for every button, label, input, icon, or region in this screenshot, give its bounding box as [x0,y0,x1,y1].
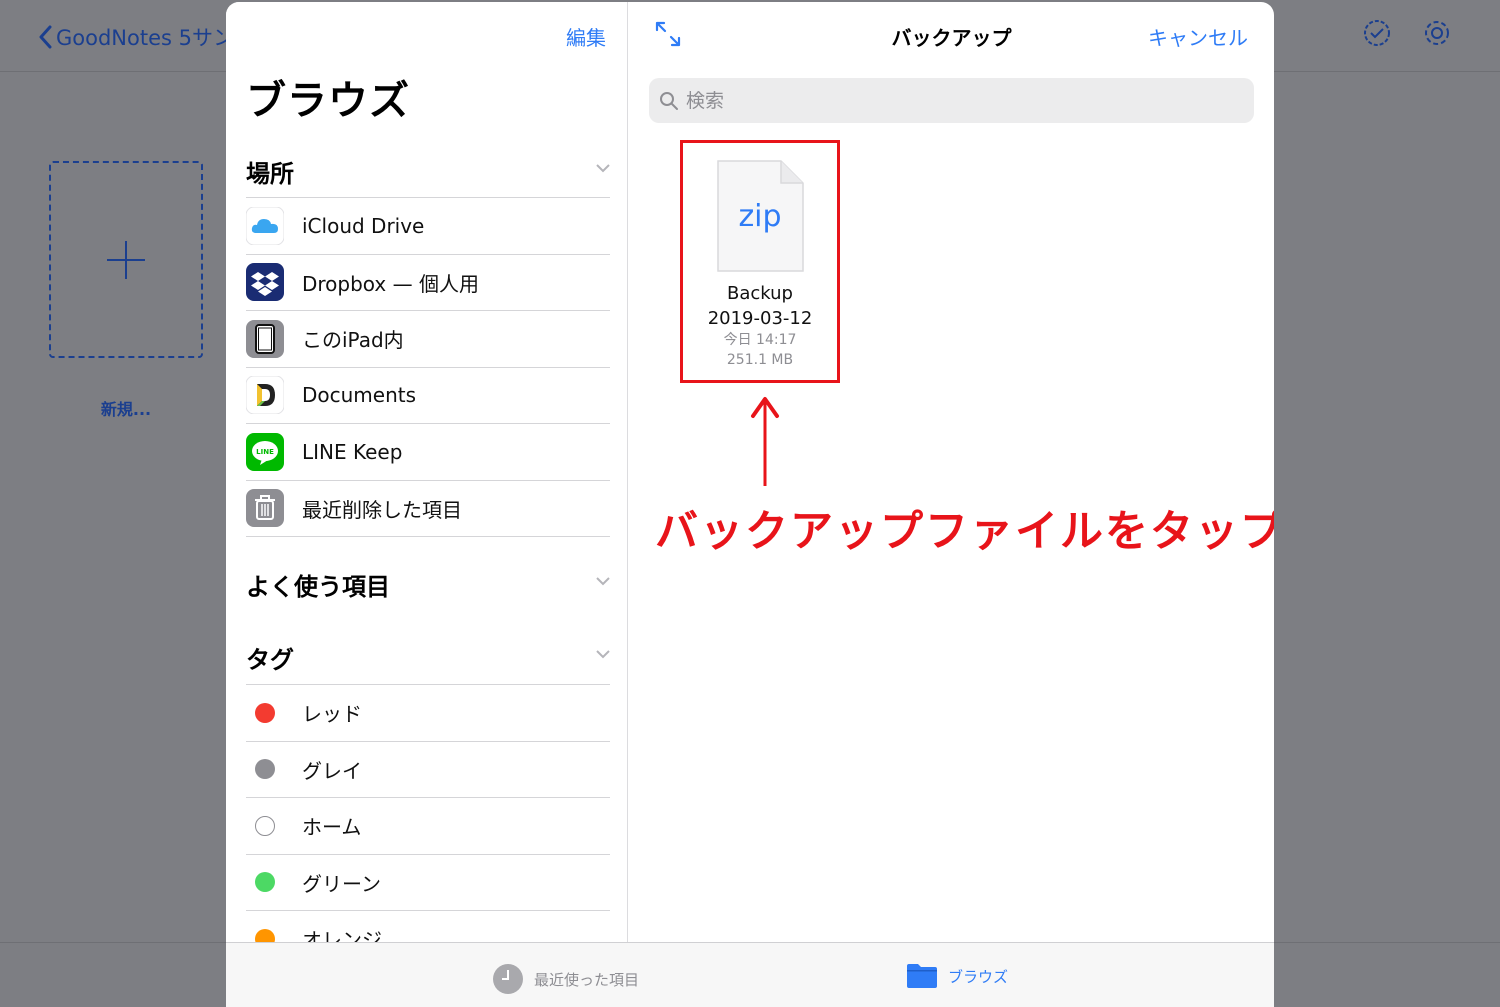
tag-item-home[interactable]: ホーム [246,797,610,854]
file-name-line2: 2019-03-12 [707,308,813,329]
search-icon [660,91,678,110]
annotation-arrow-icon [751,397,779,486]
plus-icon [107,240,145,279]
dropbox-icon [246,263,284,302]
tab-browse[interactable]: ブラウズ [906,963,1008,989]
file-metadata: 今日 14:17 251.1 MB [680,330,840,370]
tab-recent[interactable]: 最近使った項目 [492,963,639,995]
section-header-favorites[interactable]: よく使う項目 [246,567,611,615]
new-notebook-label: 新規... [100,400,152,419]
sidebar-item-dropbox[interactable]: Dropbox — 個人用 [246,253,610,311]
sidebar-item-line-keep[interactable]: LINE LINE Keep [246,423,610,480]
sidebar-item-label: LINE Keep [302,439,403,464]
sidebar-item-label: Documents [302,383,417,408]
tag-label: ホーム [302,815,362,840]
list-divider [246,536,610,537]
sidebar-item-recently-deleted[interactable]: 最近削除した項目 [246,479,610,537]
annotation-text: バックアップファイルをタップ [655,507,1274,557]
section-title-tags: タグ [246,646,294,674]
sidebar-item-label: このiPad内 [302,328,404,353]
section-header-tags[interactable]: タグ [246,640,611,688]
file-name-line1: Backup [727,283,793,304]
sidebar-item-ipad[interactable]: このiPad内 [246,310,610,367]
search-input[interactable] [686,89,1206,112]
tag-color-dot [255,872,275,893]
cancel-button[interactable]: キャンセル [1148,22,1248,51]
sidebar-item-label: Dropbox — 個人用 [302,271,479,296]
tag-item-green[interactable]: グリーン [246,853,610,911]
chevron-down-icon [596,650,610,659]
tab-label: 最近使った項目 [534,970,640,989]
clock-icon [493,964,523,994]
tags-list: レッド グレイ ホーム グリーン オレンジ [246,684,610,942]
document-picker-sheet: 編集 ブラウズ 場所 iCloud Drive Dropbox — 個人用 この… [226,2,1274,1007]
sidebar-item-documents[interactable]: Documents [246,366,610,424]
ipad-icon [246,319,284,358]
tag-label: グレイ [302,758,362,783]
file-browser-pane: バックアップ キャンセル zip Backup 2019-03-12 今日 14… [629,2,1274,942]
trash-icon [246,489,284,528]
tag-label: グリーン [302,871,381,896]
tag-color-dot [255,815,275,836]
back-button[interactable]: GoodNotes 5サン [38,22,234,52]
tag-color-dot [255,759,275,780]
edit-button[interactable]: 編集 [566,22,606,51]
search-bar[interactable] [649,78,1254,123]
tab-label: ブラウズ [948,967,1009,986]
locations-list: iCloud Drive Dropbox — 個人用 このiPad内 Docum… [246,197,610,537]
select-check-icon[interactable] [1362,18,1392,48]
section-header-locations[interactable]: 場所 [246,154,611,202]
new-notebook-tile[interactable] [49,161,203,358]
tag-label: レッド [302,702,362,727]
tag-color-dot [255,702,275,723]
file-name: Backup 2019-03-12 [680,281,840,331]
svg-text:LINE: LINE [256,448,274,456]
zip-file-icon: zip [717,160,804,272]
backup-zip-file[interactable]: zip Backup 2019-03-12 今日 14:17 251.1 MB [680,140,840,383]
chevron-down-icon [596,164,610,173]
chevron-down-icon [596,577,610,586]
tag-label: オレンジ [302,928,382,942]
section-title-locations: 場所 [246,160,294,188]
sidebar-title: ブラウズ [246,78,410,124]
browse-sidebar: 編集 ブラウズ 場所 iCloud Drive Dropbox — 個人用 この… [226,2,628,942]
gear-icon[interactable] [1422,18,1452,48]
sidebar-item-label: 最近削除した項目 [302,497,462,522]
folder-icon [907,964,937,988]
chevron-left-icon [39,25,52,49]
sidebar-item-icloud[interactable]: iCloud Drive [246,197,610,254]
tag-item-gray[interactable]: グレイ [246,740,610,798]
line-icon: LINE [246,432,284,471]
section-title-favorites: よく使う項目 [246,573,390,601]
icloud-icon [246,206,284,245]
file-extension-label: zip [738,199,781,234]
tab-bar: 最近使った項目 ブラウズ [226,942,1274,1007]
tag-item-red[interactable]: レッド [246,684,610,741]
sidebar-item-label: iCloud Drive [302,213,425,238]
tag-item-orange[interactable]: オレンジ [246,910,610,942]
documents-icon [246,376,284,415]
file-date: 今日 14:17 [723,332,797,348]
back-label: GoodNotes 5サン [56,26,234,50]
tag-color-dot [255,928,275,942]
file-size: 251.1 MB [726,352,794,368]
